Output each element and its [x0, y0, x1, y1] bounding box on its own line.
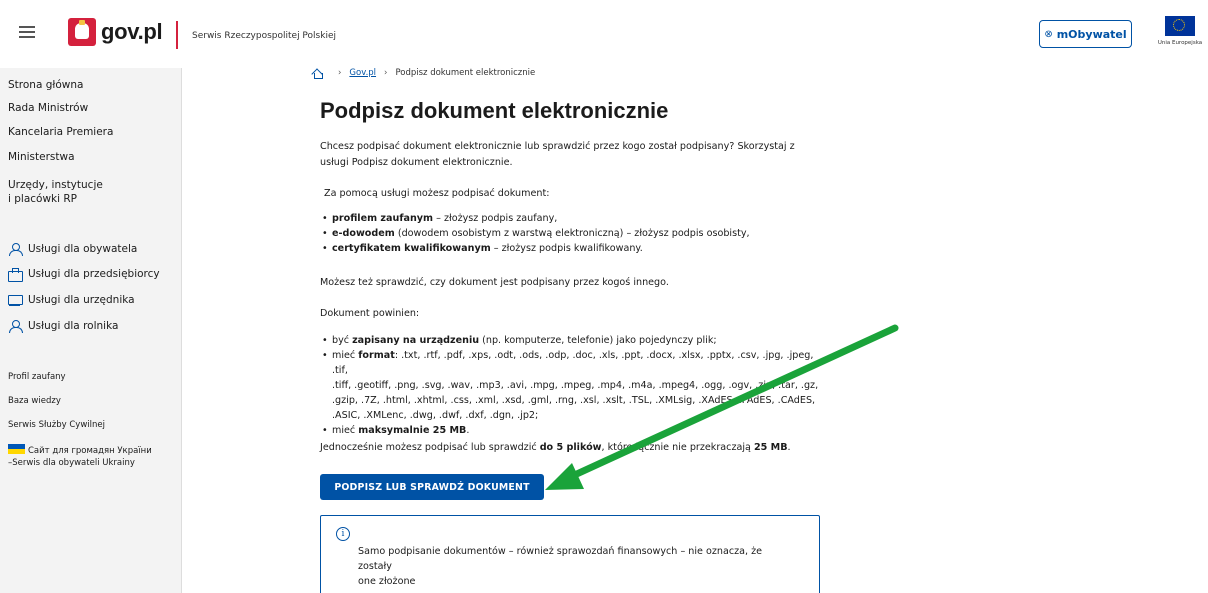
- requirements-intro: Dokument powinien:: [320, 308, 420, 319]
- requirements-list: być zapisany na urządzeniu (np. komputer…: [320, 333, 830, 438]
- sidebar-item-home[interactable]: Strona główna: [8, 78, 83, 92]
- intro-line2: usługi Podpisz dokument elektronicznie.: [320, 157, 513, 168]
- sidebar-item-offices[interactable]: Urzędy, instytucje i placówki RP: [8, 178, 103, 206]
- req-text: mieć: [332, 350, 359, 361]
- briefcase-icon: [8, 268, 23, 282]
- home-icon[interactable]: [312, 68, 323, 79]
- sidebar-link-trusted-profile[interactable]: Profil zaufany: [8, 371, 66, 383]
- breadcrumb-current: Podpisz dokument elektronicznie: [395, 68, 536, 78]
- req-text: .ASIC, .XMLenc, .dwg, .dwf, .dxf, .dgn, …: [332, 410, 539, 421]
- sign-or-verify-button[interactable]: PODPISZ LUB SPRAWDŹ DOKUMENT: [320, 474, 544, 500]
- breadcrumb: › Gov.pl › Podpisz dokument elektroniczn…: [312, 68, 536, 79]
- mobywatel-label: mObywatel: [1056, 27, 1127, 41]
- list-item: profilem zaufanym – złożysz podpis zaufa…: [320, 211, 830, 226]
- sidebar-item-council[interactable]: Rada Ministrów: [8, 101, 88, 115]
- req-text: być: [332, 335, 353, 346]
- limit-pre: Jednocześnie możesz podpisać lub sprawdz…: [320, 442, 540, 453]
- method-rest: (dowodem osobistym z warstwą elektronicz…: [394, 228, 750, 239]
- list-item: certyfikatem kwalifikowanym – złożysz po…: [320, 241, 830, 256]
- list-item: mieć format: .txt, .rtf, .pdf, .xps, .od…: [320, 348, 830, 423]
- ukraine-link-line1: Сайт для громадян України: [28, 446, 152, 456]
- monitor-icon: [8, 294, 23, 306]
- req-text: mieć: [332, 425, 359, 436]
- req-bold: maksymalnie 25 MB: [358, 425, 467, 436]
- header-divider: [176, 21, 178, 49]
- menu-icon[interactable]: [19, 26, 35, 38]
- list-item: być zapisany na urządzeniu (np. komputer…: [320, 333, 830, 348]
- method-bold: profilem zaufanym: [332, 213, 434, 224]
- limit-end: .: [787, 442, 791, 453]
- header-subtitle: Serwis Rzeczypospolitej Polskiej: [192, 31, 336, 41]
- eu-label: Unia Europejska: [1157, 40, 1203, 46]
- sidebar-link-knowledge-base[interactable]: Baza wiedzy: [8, 395, 61, 407]
- mobywatel-button[interactable]: ⊗ mObywatel: [1039, 20, 1132, 48]
- sidebar-item-label: Usługi dla urzędnika: [28, 294, 135, 306]
- methods-list: profilem zaufanym – złożysz podpis zaufa…: [320, 211, 830, 256]
- logo-text: gov.pl: [101, 19, 163, 44]
- eagle-emblem-icon: [68, 18, 96, 46]
- breadcrumb-separator: ›: [384, 68, 388, 78]
- sidebar-link-civil-service[interactable]: Serwis Służby Cywilnej: [8, 419, 105, 431]
- person-icon: [8, 243, 23, 256]
- sidebar-item-farmer-services[interactable]: Usługi dla rolnika: [8, 320, 119, 333]
- method-rest: – złożysz podpis zaufany,: [433, 213, 558, 224]
- arrowhead-icon: [545, 463, 584, 490]
- method-rest: – złożysz podpis kwalifikowany.: [490, 243, 643, 254]
- info-text: Samo podpisanie dokumentów – również spr…: [358, 544, 798, 589]
- sidebar: Strona główna Rada Ministrów Kancelaria …: [0, 68, 182, 593]
- req-bold: format: [358, 350, 395, 361]
- sidebar-item-citizen-services[interactable]: Usługi dla obywatela: [8, 243, 138, 256]
- sidebar-item-label: Usługi dla przedsiębiorcy: [28, 268, 160, 280]
- info-icon: i: [336, 527, 350, 541]
- gov-pl-logo[interactable]: gov.pl: [68, 18, 163, 46]
- info-line1: Samo podpisanie dokumentów – również spr…: [358, 546, 763, 572]
- req-bold: zapisany na urządzeniu: [352, 335, 480, 346]
- eu-logo: Unia Europejska: [1152, 16, 1208, 46]
- sidebar-item-label: Urzędy, instytucje: [8, 179, 103, 191]
- req-text: .gzip, .7Z, .html, .xhtml, .css, .xml, .…: [332, 395, 816, 406]
- method-bold: certyfikatem kwalifikowanym: [332, 243, 491, 254]
- sidebar-item-label: Usługi dla obywatela: [28, 243, 138, 255]
- list-item: e-dowodem (dowodem osobistym z warstwą e…: [320, 226, 830, 241]
- sidebar-item-label: i placówki RP: [8, 193, 78, 205]
- header: gov.pl Serwis Rzeczypospolitej Polskiej …: [0, 0, 1208, 68]
- info-line2: one złożone: [358, 576, 416, 587]
- list-item: mieć maksymalnie 25 MB.: [320, 423, 830, 438]
- ukraine-flag-icon: [8, 444, 25, 454]
- req-text: : .txt, .rtf, .pdf, .xps, .odt, .ods, .o…: [332, 350, 814, 376]
- mobywatel-icon: ⊗: [1044, 28, 1053, 40]
- info-box: i Samo podpisanie dokumentów – również s…: [320, 515, 820, 593]
- limit-bold-size: 25 MB: [753, 442, 788, 453]
- sidebar-item-label: Usługi dla rolnika: [28, 320, 119, 332]
- sidebar-item-business-services[interactable]: Usługi dla przedsiębiorcy: [8, 268, 160, 282]
- breadcrumb-link-govpl[interactable]: Gov.pl: [349, 68, 376, 78]
- page-title: Podpisz dokument elektronicznie: [320, 98, 669, 123]
- intro-line1: Chcesz podpisać dokument elektronicznie …: [320, 141, 795, 152]
- req-text: .tiff, .geotiff, .png, .svg, .wav, .mp3,…: [332, 380, 819, 391]
- methods-intro: Za pomocą usługi możesz podpisać dokumen…: [324, 188, 550, 199]
- ukraine-link-line2: –Serwis dla obywateli Ukrainy: [8, 458, 135, 468]
- sidebar-link-ukraine[interactable]: Сайт для громадян України –Serwis dla ob…: [8, 444, 152, 469]
- method-bold: e-dowodem: [332, 228, 395, 239]
- req-text: .: [466, 425, 470, 436]
- sidebar-item-chancellery[interactable]: Kancelaria Premiera: [8, 125, 113, 139]
- intro-paragraph: Chcesz podpisać dokument elektronicznie …: [320, 139, 820, 171]
- limit-mid: , które łącznie nie przekraczają: [601, 442, 754, 453]
- req-text: (np. komputerze, telefonie) jako pojedyn…: [479, 335, 717, 346]
- limit-bold-files: do 5 plików: [539, 442, 602, 453]
- sidebar-item-ministries[interactable]: Ministerstwa: [8, 150, 75, 164]
- breadcrumb-separator: ›: [338, 68, 342, 78]
- eu-flag-icon: [1165, 16, 1195, 36]
- sidebar-item-official-services[interactable]: Usługi dla urzędnika: [8, 294, 135, 306]
- check-text: Możesz też sprawdzić, czy dokument jest …: [320, 277, 669, 288]
- person-icon: [8, 320, 23, 333]
- limit-text: Jednocześnie możesz podpisać lub sprawdz…: [320, 440, 860, 456]
